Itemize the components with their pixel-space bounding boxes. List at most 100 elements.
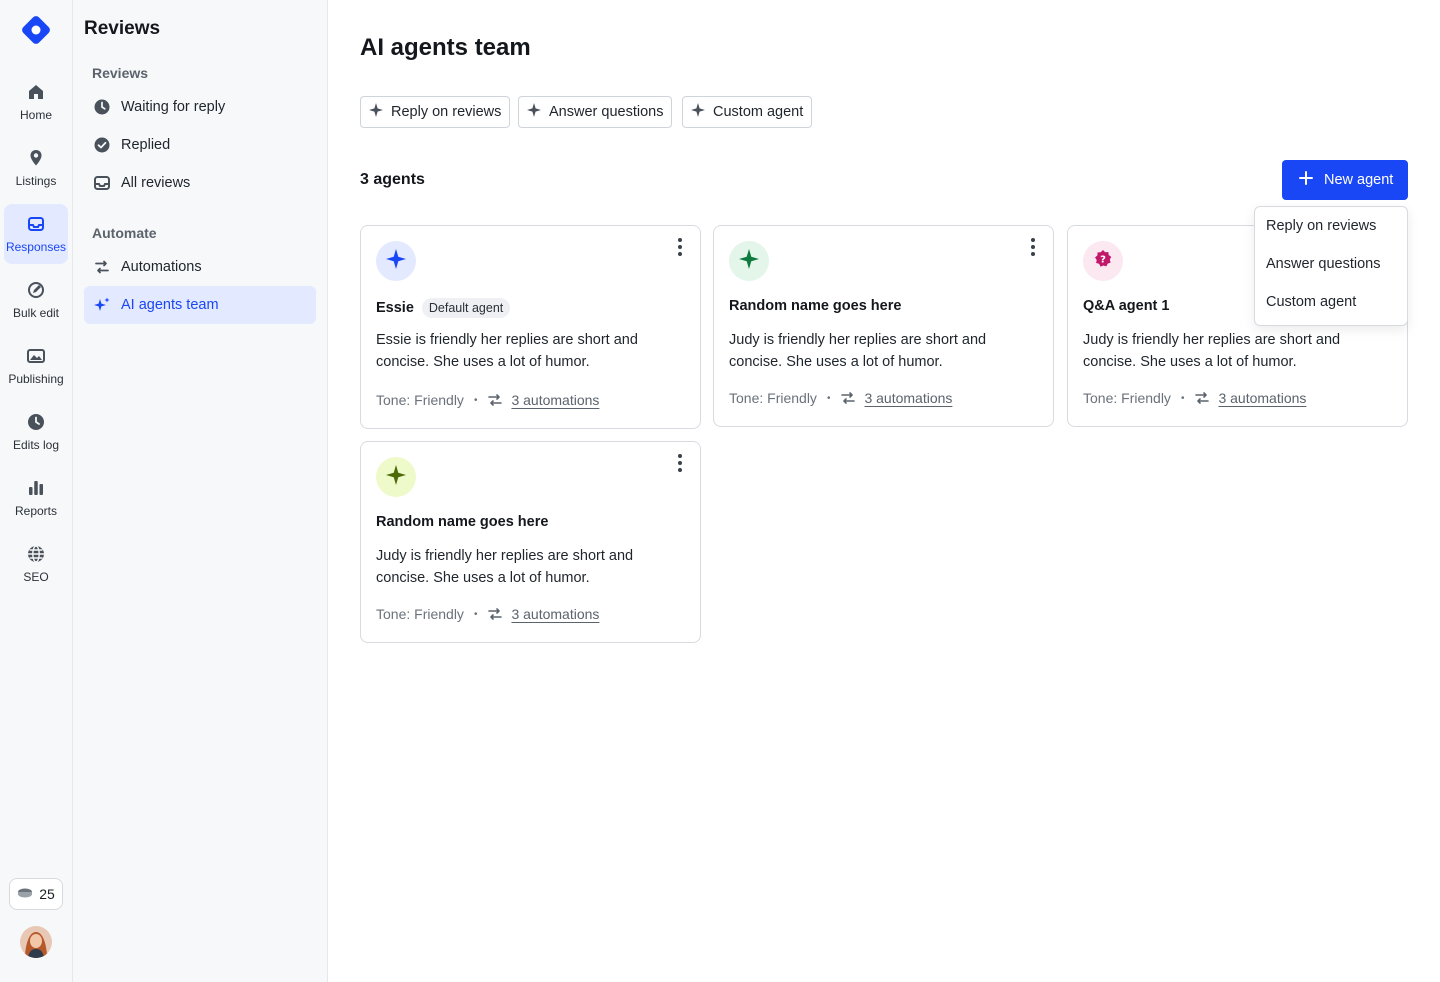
new-agent-label: New agent: [1324, 172, 1394, 188]
new-agent-menu: Reply on reviews Answer questions Custom…: [1254, 206, 1408, 326]
rail-item-responses[interactable]: Responses: [4, 204, 68, 264]
main-content: AI agents team Reply on reviews Answer q…: [328, 0, 1440, 982]
agent-avatar: ?: [1083, 241, 1123, 281]
automation-icon: [1194, 390, 1210, 406]
agent-tone: Tone: Friendly: [376, 606, 464, 622]
agent-meta: Tone: Friendly • 3 automations: [729, 390, 952, 406]
bulk-edit-icon: [26, 280, 46, 300]
separator-dot: •: [1180, 392, 1185, 404]
page-title: AI agents team: [360, 34, 531, 61]
inbox-icon: [93, 174, 111, 192]
clock-icon: [26, 412, 46, 432]
agent-avatar: [376, 457, 416, 497]
rail-item-label: Responses: [5, 240, 67, 254]
bar-chart-icon: [26, 478, 46, 498]
secondary-sidebar: Reviews Reviews Waiting for reply Replie…: [73, 0, 328, 982]
agent-avatar: [729, 241, 769, 281]
agent-avatar: [376, 241, 416, 281]
agent-card[interactable]: Essie Default agent Essie is friendly he…: [360, 225, 701, 429]
automations-link[interactable]: 3 automations: [864, 390, 952, 406]
agent-name: Random name goes here: [376, 514, 549, 530]
sidebar-item-automations[interactable]: Automations: [84, 248, 316, 286]
more-options-icon[interactable]: [672, 453, 688, 473]
user-avatar[interactable]: [20, 926, 52, 958]
automations-link[interactable]: 3 automations: [511, 392, 599, 408]
rail-item-seo[interactable]: SEO: [4, 534, 68, 594]
chip-custom-agent[interactable]: Custom agent: [682, 96, 813, 128]
sparkle-icon: [385, 248, 407, 275]
agent-name: Q&A agent 1: [1083, 298, 1170, 314]
sidebar-title: Reviews: [84, 18, 161, 39]
agent-card[interactable]: Random name goes here Judy is friendly h…: [360, 441, 701, 643]
separator-dot: •: [826, 392, 831, 404]
sidebar-item-label: Automations: [121, 259, 202, 275]
chip-answer-questions[interactable]: Answer questions: [518, 96, 673, 128]
rail-item-label: Home: [19, 108, 52, 122]
rail-item-home[interactable]: Home: [4, 72, 68, 132]
home-icon: [26, 82, 46, 102]
clock-icon: [93, 98, 111, 116]
agent-tone: Tone: Friendly: [376, 392, 464, 408]
svg-text:?: ?: [1100, 254, 1106, 265]
credits-value: 25: [39, 886, 55, 902]
agent-meta: Tone: Friendly • 3 automations: [1083, 390, 1306, 406]
menu-item-reply-on-reviews[interactable]: Reply on reviews: [1255, 208, 1407, 244]
menu-item-answer-questions[interactable]: Answer questions: [1255, 246, 1407, 282]
agent-description: Judy is friendly her replies are short a…: [729, 332, 987, 370]
sparkle-icon: [526, 102, 542, 122]
rail-item-label: Listings: [15, 174, 57, 188]
sidebar-item-label: Replied: [121, 137, 171, 153]
separator-dot: •: [473, 394, 478, 406]
new-agent-button[interactable]: New agent: [1282, 160, 1408, 200]
icon-rail: Home Listings Responses Bulk edit Publis…: [0, 0, 73, 982]
sparkle-icon: [368, 102, 384, 122]
rail-item-label: Publishing: [8, 372, 64, 386]
agent-description: Essie is friendly her replies are short …: [376, 332, 638, 370]
globe-icon: [26, 544, 46, 564]
rail-item-edits-log[interactable]: Edits log: [4, 402, 68, 462]
chip-label: Answer questions: [549, 104, 664, 120]
agent-card[interactable]: Random name goes here Judy is friendly h…: [713, 225, 1054, 427]
sparkles-icon: [93, 296, 111, 314]
separator-dot: •: [473, 608, 478, 620]
agent-tone: Tone: Friendly: [1083, 390, 1171, 406]
more-options-icon[interactable]: [1025, 237, 1041, 257]
chip-label: Custom agent: [713, 104, 804, 120]
images-icon: [26, 346, 46, 366]
rail-item-reports[interactable]: Reports: [4, 468, 68, 528]
rail-item-publishing[interactable]: Publishing: [4, 336, 68, 396]
rail-item-listings[interactable]: Listings: [4, 138, 68, 198]
inbox-icon: [26, 214, 46, 234]
plus-icon: [1298, 170, 1314, 190]
menu-item-custom-agent[interactable]: Custom agent: [1255, 284, 1407, 320]
agent-description: Judy is friendly her replies are short a…: [376, 548, 634, 586]
sparkle-icon: [690, 102, 706, 122]
default-agent-badge: Default agent: [421, 298, 511, 318]
rail-item-bulk-edit[interactable]: Bulk edit: [4, 270, 68, 330]
agent-count: 3 agents: [360, 171, 425, 188]
sparkle-icon: [385, 464, 407, 491]
automation-icon: [840, 390, 856, 406]
check-circle-icon: [93, 136, 111, 154]
brand-logo-icon[interactable]: [20, 14, 52, 46]
sidebar-item-label: All reviews: [121, 175, 191, 191]
agent-meta: Tone: Friendly • 3 automations: [376, 392, 599, 408]
rail-item-label: Bulk edit: [12, 306, 60, 320]
chip-reply-on-reviews[interactable]: Reply on reviews: [360, 96, 511, 128]
sidebar-item-replied[interactable]: Replied: [84, 126, 316, 164]
sidebar-item-all-reviews[interactable]: All reviews: [84, 164, 316, 202]
sidebar-item-ai-agents-team[interactable]: AI agents team: [84, 286, 316, 324]
sidebar-section-reviews: Reviews: [92, 65, 149, 81]
more-options-icon[interactable]: [672, 237, 688, 257]
map-pin-icon: [26, 148, 46, 168]
sidebar-item-waiting-for-reply[interactable]: Waiting for reply: [84, 88, 316, 126]
credits-counter[interactable]: 25: [9, 878, 63, 910]
automation-icon: [93, 258, 111, 276]
automations-link[interactable]: 3 automations: [1218, 390, 1306, 406]
question-badge-icon: ?: [1093, 249, 1113, 274]
sidebar-section-automate: Automate: [92, 225, 157, 241]
rail-item-label: Edits log: [12, 438, 60, 452]
automations-link[interactable]: 3 automations: [511, 606, 599, 622]
agent-name: Essie: [376, 300, 414, 316]
sidebar-item-label: AI agents team: [121, 297, 219, 313]
